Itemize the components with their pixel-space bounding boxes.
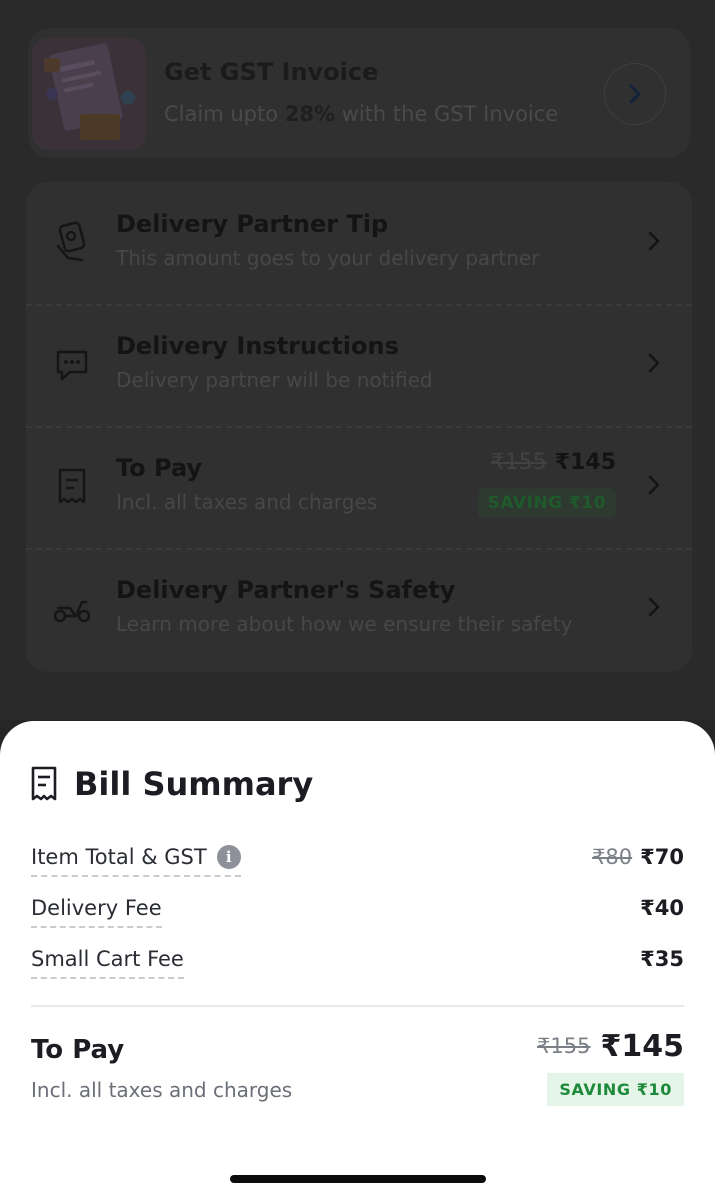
row-title: Delivery Partner's Safety <box>116 576 456 604</box>
bill-summary-header: Bill Summary <box>28 765 313 803</box>
chevron-right-icon <box>648 597 660 617</box>
bill-summary-sheet: Bill Summary Item Total & GST i ₹80 ₹70 De… <box>0 721 715 1200</box>
saving-badge: SAVING ₹10 <box>477 488 616 518</box>
bill-line-delivery-fee: Delivery Fee ₹40 <box>31 892 684 932</box>
row-delivery-instructions[interactable]: Delivery Instructions Delivery partner w… <box>26 304 692 426</box>
row-price: ₹155 ₹145 <box>491 450 616 475</box>
chevron-right-icon <box>648 353 660 373</box>
bill-line-item-total: Item Total & GST i ₹80 ₹70 <box>31 841 684 881</box>
row-subtitle: Delivery partner will be notified <box>116 368 433 392</box>
bill-line-small-cart-fee: Small Cart Fee ₹35 <box>31 943 684 983</box>
receipt-icon <box>31 766 57 801</box>
new-price: ₹145 <box>554 450 616 475</box>
old-price: ₹155 <box>490 450 547 475</box>
background-page: Get GST Invoice Claim upto 28% with the … <box>0 0 715 720</box>
gst-invoice-title: Get GST Invoice <box>164 58 379 86</box>
scooter-icon <box>53 600 91 623</box>
bill-divider <box>31 1005 684 1007</box>
row-subtitle: This amount goes to your delivery partne… <box>116 246 540 270</box>
bill-line-label[interactable]: Item Total & GST i <box>31 845 241 877</box>
chevron-right-icon <box>648 231 660 251</box>
gst-invoice-card[interactable]: Get GST Invoice Claim upto 28% with the … <box>28 28 690 158</box>
info-icon[interactable]: i <box>216 845 241 869</box>
row-subtitle: Learn more about how we ensure their saf… <box>116 612 573 636</box>
to-pay-label: To Pay <box>31 1035 125 1065</box>
receipt-icon <box>58 468 86 504</box>
options-list-card: Delivery Partner Tip This amount goes to… <box>26 182 692 672</box>
saving-badge: SAVING ₹10 <box>547 1073 684 1106</box>
bill-line-value: ₹80 ₹70 <box>592 845 684 869</box>
chevron-right-icon <box>629 84 641 104</box>
chat-bubble-icon <box>56 350 88 381</box>
row-title: Delivery Partner Tip <box>116 210 389 238</box>
tip-hand-icon <box>56 221 86 262</box>
bill-line-label[interactable]: Delivery Fee <box>31 896 162 928</box>
gst-invoice-subtitle: Claim upto 28% with the GST Invoice <box>164 102 559 126</box>
row-delivery-partner-tip[interactable]: Delivery Partner Tip This amount goes to… <box>26 182 692 304</box>
to-pay-amount: ₹155 ₹145 <box>537 1029 684 1064</box>
old-price: ₹80 <box>592 845 633 869</box>
row-delivery-partner-safety[interactable]: Delivery Partner's Safety Learn more abo… <box>26 548 692 670</box>
bill-summary-title: Bill Summary <box>74 765 314 803</box>
row-title: To Pay <box>116 454 203 482</box>
bill-line-value: ₹35 <box>640 947 684 971</box>
home-indicator[interactable] <box>230 1175 486 1183</box>
row-to-pay[interactable]: To Pay Incl. all taxes and charges ₹155 ₹… <box>26 426 692 548</box>
gst-invoice-illustration <box>32 38 146 150</box>
row-subtitle: Incl. all taxes and charges <box>116 490 378 514</box>
old-price: ₹155 <box>537 1034 591 1058</box>
chevron-right-icon <box>648 475 660 495</box>
to-pay-subtitle: Incl. all taxes and charges <box>31 1078 293 1102</box>
row-title: Delivery Instructions <box>116 332 399 360</box>
bill-line-value: ₹40 <box>640 896 684 920</box>
bill-line-label[interactable]: Small Cart Fee <box>31 947 184 979</box>
gst-invoice-arrow-button[interactable] <box>604 63 666 125</box>
